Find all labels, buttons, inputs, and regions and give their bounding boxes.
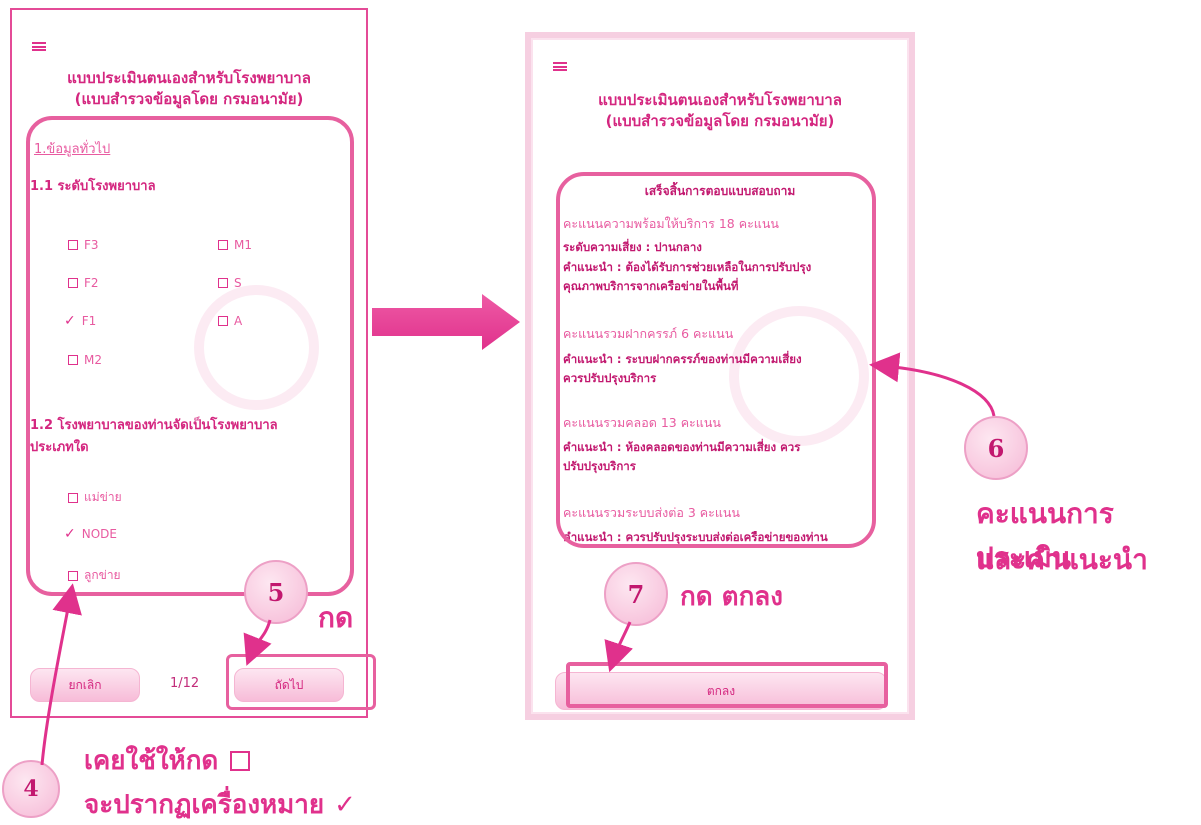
annotation-arrows xyxy=(40,352,996,766)
